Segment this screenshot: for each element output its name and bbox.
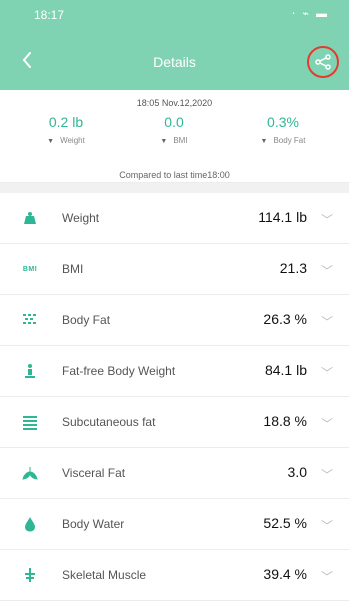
bmi-change-value: 0.0 (164, 114, 184, 130)
chevron-down-icon: ﹀ (320, 315, 333, 329)
chevron-down-icon: ﹀ (320, 570, 333, 584)
subcutaneous-fat-icon (22, 414, 38, 430)
list-item-bmi[interactable]: BMI BMI 21.3 ﹀ (0, 244, 349, 295)
summary-card: 18:05 Nov.12,2020 0.2 lb ▼ Weight 0.0 ▼ BM… (0, 90, 349, 183)
body-fat-icon (22, 312, 38, 328)
measurement-timestamp: 18:05 Nov.12,2020 (136, 98, 213, 108)
body-fat-change-value: 0.3% (267, 114, 299, 130)
fat-free-weight-icon (22, 363, 38, 379)
down-arrow-icon: ▼ (160, 138, 168, 145)
status-icons: ⋅ ⌁ ▬ (291, 8, 329, 20)
weight-change-value: 0.2 lb (48, 114, 84, 130)
list-item-skeletal-muscle[interactable]: Skeletal Muscle 39.4 % ﹀ (0, 550, 349, 601)
header: Details (0, 34, 349, 90)
chevron-down-icon: ﹀ (320, 417, 333, 431)
bmi-change: 0.0 ▼ BMI (124, 114, 224, 145)
list-item-body-fat[interactable]: Body Fat 26.3 % ﹀ (0, 295, 349, 346)
list-item-label: Weight (62, 211, 100, 225)
status-time: 18:17 (34, 8, 65, 22)
weight-change-label: Weight (60, 136, 85, 145)
weight-change: 0.2 lb ▼ Weight (16, 114, 116, 145)
body-fat-change-label: Body Fat (273, 136, 306, 145)
list-item-label: Fat-free Body Weight (62, 364, 176, 378)
list-item-value: 52.5 % (263, 515, 307, 531)
body-fat-change: 0.3% ▼ Body Fat (233, 114, 333, 145)
section-divider (0, 183, 349, 193)
bmi-change-label-row: ▼ BMI (124, 136, 224, 145)
list-item-label: Body Fat (62, 313, 111, 327)
list-item-value: 114.1 lb (258, 209, 307, 225)
page-title: Details (153, 54, 196, 70)
list-item-value: 26.3 % (263, 311, 307, 327)
list-item-label: Skeletal Muscle (62, 568, 147, 582)
list-item-visceral-fat[interactable]: Visceral Fat 3.0 ﹀ (0, 448, 349, 499)
list-item-fat-free-body-weight[interactable]: Fat-free Body Weight 84.1 lb ﹀ (0, 346, 349, 397)
list-item-value: 84.1 lb (264, 362, 307, 378)
comparison-note: Compared to last time18:00 (119, 170, 230, 180)
share-button[interactable] (307, 46, 339, 78)
down-arrow-icon: ▼ (47, 138, 55, 145)
list-item-value: 3.0 (287, 464, 307, 480)
skeletal-muscle-icon (22, 567, 38, 583)
chevron-down-icon: ﹀ (320, 468, 333, 482)
list-item-label: Visceral Fat (62, 466, 126, 480)
list-item-label: Body Water (62, 517, 125, 531)
weight-change-label-row: ▼ Weight (16, 136, 116, 145)
list-item-label: Subcutaneous fat (62, 415, 156, 429)
list-item-body-water[interactable]: Body Water 52.5 % ﹀ (0, 499, 349, 550)
status-bar: 18:17 ⋅ ⌁ ▬ (0, 0, 349, 34)
list-item-weight[interactable]: Weight 114.1 lb ﹀ (0, 193, 349, 244)
bmi-icon: BMI (22, 265, 38, 273)
list-item-subcutaneous-fat[interactable]: Subcutaneous fat 18.8 % ﹀ (0, 397, 349, 448)
chevron-down-icon: ﹀ (320, 264, 333, 278)
visceral-fat-icon (22, 465, 38, 481)
chevron-down-icon: ﹀ (320, 519, 333, 533)
bmi-change-label: BMI (173, 136, 188, 145)
body-water-icon (22, 516, 38, 532)
list-item-label: BMI (62, 262, 84, 276)
metrics-list: Weight 114.1 lb ﹀ BMI BMI 21.3 ﹀ Body Fa… (0, 193, 349, 601)
weight-icon (22, 210, 38, 226)
down-arrow-icon: ▼ (260, 138, 268, 145)
list-item-value: 39.4 % (263, 566, 307, 582)
list-item-value: 21.3 (279, 260, 307, 276)
body-fat-change-label-row: ▼ Body Fat (233, 136, 333, 145)
chevron-down-icon: ﹀ (320, 213, 333, 227)
chevron-down-icon: ﹀ (320, 366, 333, 380)
list-item-value: 18.8 % (263, 413, 307, 429)
share-icon (315, 54, 331, 70)
